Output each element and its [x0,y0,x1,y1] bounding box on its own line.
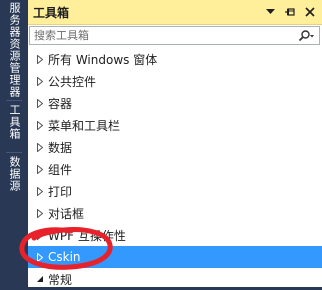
close-icon[interactable] [303,5,317,19]
expand-arrow-icon[interactable] [36,230,44,240]
expand-arrow-icon[interactable] [36,252,44,262]
expand-arrow-icon[interactable] [36,208,44,218]
group-dialogs[interactable]: 对话框 [28,202,322,224]
title-controls [263,5,322,19]
group-common-controls[interactable]: 公共控件 [28,70,322,92]
panel-title: 工具箱 [33,5,70,20]
group-wpf-interop[interactable]: WPF 互操作性 [28,224,322,246]
tab-server-explorer[interactable]: 服务器资源管理器 [4,2,24,98]
group-label: 数据 [48,140,73,155]
expand-arrow-icon[interactable] [36,186,44,196]
group-all-windows-forms[interactable]: 所有 Windows 窗体 [28,48,322,70]
window-position-dropdown-icon[interactable] [263,5,277,19]
search-button[interactable] [293,27,319,44]
group-data[interactable]: 数据 [28,136,322,158]
group-label: 菜单和工具栏 [48,118,121,133]
expand-arrow-icon[interactable] [36,164,44,174]
toolbox-panel: 工具箱 搜索工具箱 所有 Windows 窗体 公共控件 容器 菜单和工具栏 数… [28,0,322,287]
panel-title-bar[interactable]: 工具箱 [28,0,322,25]
group-label: 公共控件 [48,74,97,89]
group-label: 打印 [48,184,73,199]
expand-arrow-icon[interactable] [36,142,44,152]
group-printing[interactable]: 打印 [28,180,322,202]
expand-arrow-icon[interactable] [36,98,44,108]
group-label: 容器 [48,96,73,111]
group-menus-toolbars[interactable]: 菜单和工具栏 [28,114,322,136]
tab-data-sources-label: 数据源 [8,156,21,192]
toolbox-search [29,26,320,45]
tab-toolbox[interactable]: 工具箱 [4,104,24,150]
expand-arrow-icon[interactable] [36,54,44,64]
expand-arrow-icon[interactable] [36,120,44,130]
tab-divider [6,100,22,101]
group-label: 对话框 [48,206,85,221]
group-label: WPF 互操作性 [48,228,126,243]
group-label: Cskin [48,250,81,264]
tab-divider [6,152,22,153]
search-icon [298,29,314,41]
group-cskin[interactable]: Cskin [28,246,322,268]
expand-arrow-icon[interactable] [36,76,44,86]
collapse-arrow-icon[interactable] [36,274,44,284]
tab-data-sources[interactable]: 数据源 [4,156,24,204]
auto-hide-pin-icon[interactable] [283,5,297,19]
tab-toolbox-label: 工具箱 [8,104,21,140]
side-tab-strip: 服务器资源管理器 工具箱 数据源 [0,0,28,287]
group-components[interactable]: 组件 [28,158,322,180]
group-label: 组件 [48,162,73,177]
group-label: 常规 [48,272,73,287]
search-input[interactable] [30,27,293,44]
tab-server-explorer-label: 服务器资源管理器 [8,2,21,98]
toolbox-groups: 所有 Windows 窗体 公共控件 容器 菜单和工具栏 数据 组件 打印 对话… [28,48,322,290]
group-containers[interactable]: 容器 [28,92,322,114]
group-label: 所有 Windows 窗体 [48,52,158,67]
